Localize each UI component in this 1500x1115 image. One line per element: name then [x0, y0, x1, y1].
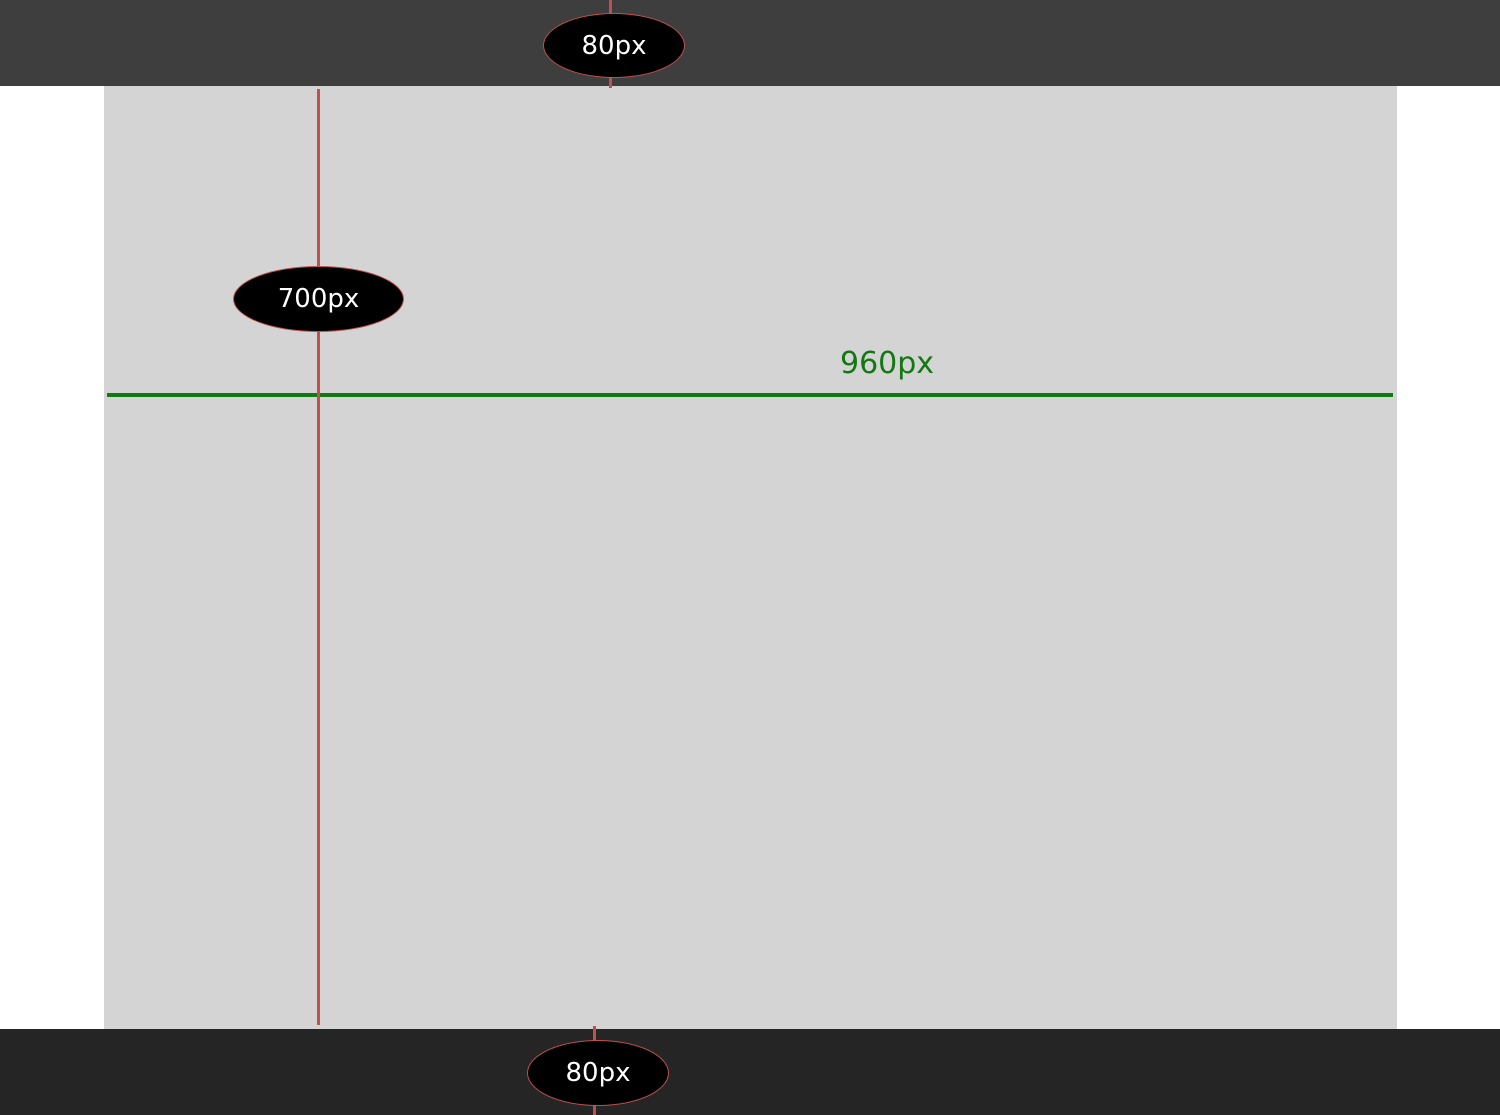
footer-band — [0, 1029, 1500, 1115]
content-height-line — [317, 89, 320, 1025]
content-height-label: 700px — [233, 266, 404, 332]
content-width-line — [107, 393, 1393, 397]
content-width-label: 960px — [840, 346, 935, 381]
content-area — [104, 86, 1397, 1029]
footer-height-label: 80px — [527, 1040, 669, 1106]
header-height-label: 80px — [543, 13, 685, 78]
header-band — [0, 0, 1500, 86]
